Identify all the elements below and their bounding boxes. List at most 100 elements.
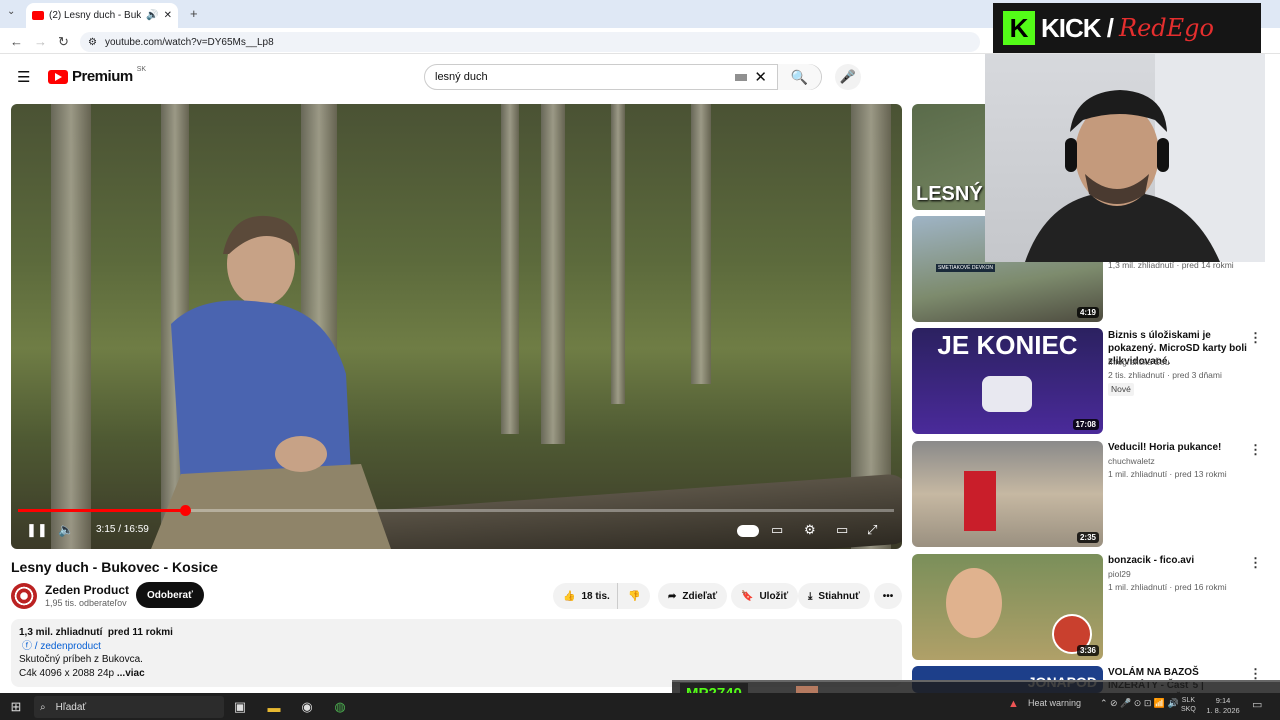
youtube-logo[interactable]: Premium SK bbox=[48, 66, 147, 85]
thumbs-up-icon: 👍 bbox=[563, 590, 576, 602]
tray-icons[interactable]: ⌃ ⊘ 🎤 ⊙ ⊡ 📶 🔊 bbox=[1100, 698, 1179, 709]
taskbar-search[interactable]: ⌕ Hľadať bbox=[34, 696, 224, 718]
youtube-play-icon bbox=[48, 69, 68, 84]
autoplay-toggle[interactable] bbox=[737, 525, 759, 537]
subscriber-count: 1,95 tis. odberateľov bbox=[45, 598, 127, 608]
more-dots-icon: ••• bbox=[882, 590, 894, 602]
more-options-icon[interactable]: ⋮ bbox=[1249, 555, 1262, 571]
download-button[interactable]: ⤓ Stiahnuť bbox=[798, 583, 870, 609]
heat-warning[interactable]: Heat warning bbox=[1028, 698, 1081, 708]
language-indicator[interactable]: SLK SKQ bbox=[1181, 696, 1196, 714]
related-meta: 2 tis. zhliadnutí · pred 3 dňami bbox=[1108, 370, 1222, 380]
thumbnail-text: JE KONIEC bbox=[937, 330, 1078, 360]
related-thumbnail[interactable]: 3:36 bbox=[912, 554, 1103, 660]
new-badge: Nové bbox=[1108, 383, 1134, 396]
related-meta: 1 mil. zhliadnutí · pred 16 rokmi bbox=[1108, 582, 1227, 592]
file-explorer-icon[interactable]: ▬ bbox=[264, 697, 284, 717]
more-link[interactable]: ...viac bbox=[117, 668, 145, 679]
browser-tab[interactable]: (2) Lesny duch - Bukovec - K 🔊 ✕ bbox=[26, 3, 178, 28]
mic-icon: 🎤 bbox=[839, 69, 857, 84]
description-line-1: Skutočný príbeh z Bukovca. bbox=[19, 654, 143, 665]
subscribe-button[interactable]: Odoberať bbox=[136, 582, 204, 608]
related-title[interactable]: bonzacik - fico.avi bbox=[1108, 554, 1248, 567]
chrome-icon[interactable]: ◍ bbox=[330, 697, 350, 717]
windows-start-icon[interactable]: ⊞ bbox=[6, 697, 26, 717]
share-icon: ➦ bbox=[668, 590, 677, 602]
like-count: 18 tis. bbox=[581, 590, 610, 602]
logo-text: Premium bbox=[72, 68, 133, 85]
warning-icon[interactable]: ▲ bbox=[1008, 698, 1019, 710]
url-text: youtube.com/watch?v=DY65Ms__Lp8 bbox=[104, 36, 274, 48]
subtitles-icon[interactable]: ▭ bbox=[771, 522, 783, 538]
search-box[interactable]: lesný duch ✕ 🔍 bbox=[424, 64, 822, 90]
progress-fill bbox=[18, 509, 185, 512]
clock[interactable]: 9:14 1. 8. 2026 bbox=[1206, 696, 1240, 716]
related-thumbnail[interactable]: 2:35 bbox=[912, 441, 1103, 547]
facebook-icon: ⓕ bbox=[22, 640, 32, 652]
notifications-icon[interactable]: ▭ bbox=[1252, 698, 1262, 711]
settings-gear-icon[interactable]: ⚙ bbox=[804, 522, 816, 538]
thumbs-down-icon: 👎 bbox=[628, 590, 641, 602]
like-button[interactable]: 👍 18 tis. bbox=[553, 583, 620, 609]
related-thumbnail[interactable]: JE KONIEC 17:08 bbox=[912, 328, 1103, 434]
share-label: Zdieľať bbox=[682, 590, 718, 602]
related-title[interactable]: Veducil! Horia pukance! bbox=[1108, 441, 1248, 454]
dislike-button[interactable]: 👎 bbox=[617, 583, 651, 609]
description-box[interactable]: 1,3 mil. zhliadnutí pred 11 rokmi ⓕ / ze… bbox=[11, 619, 902, 687]
region-code: SK bbox=[136, 66, 147, 73]
url-field[interactable]: ⚙ youtube.com/watch?v=DY65Ms__Lp8 bbox=[80, 32, 980, 52]
kick-logo-icon: K bbox=[1003, 11, 1035, 45]
fullscreen-icon[interactable]: ⤢ bbox=[867, 522, 877, 538]
audio-icon[interactable]: 🔊 bbox=[146, 10, 158, 21]
video-duration: 2:35 bbox=[1076, 532, 1099, 543]
video-player[interactable] bbox=[11, 104, 902, 549]
theater-mode-icon[interactable]: ▭ bbox=[836, 522, 848, 538]
taskbar-search-label: Hľadať bbox=[55, 701, 87, 713]
lang-line-1: SLK bbox=[1181, 697, 1196, 704]
upload-age: pred 11 rokmi bbox=[107, 627, 173, 638]
bookmark-icon: 🔖 bbox=[741, 590, 754, 602]
webcam-overlay bbox=[985, 54, 1265, 262]
related-channel[interactable]: Infografická Šou bbox=[1108, 356, 1169, 369]
clock-time: 9:14 bbox=[1215, 696, 1231, 705]
video-duration: 4:19 bbox=[1076, 307, 1099, 318]
more-actions-button[interactable]: ••• bbox=[874, 583, 902, 609]
view-count: 1,3 mil. zhliadnutí bbox=[19, 627, 103, 638]
channel-name[interactable]: Zeden Product bbox=[45, 583, 129, 597]
site-info-icon[interactable]: ⚙ bbox=[88, 37, 97, 48]
volume-icon[interactable]: 🔈 bbox=[58, 522, 74, 538]
more-options-icon[interactable]: ⋮ bbox=[1249, 442, 1262, 458]
task-view-icon[interactable]: ▣ bbox=[230, 697, 250, 717]
tab-close-icon[interactable]: ✕ bbox=[164, 10, 172, 21]
progress-scrubber[interactable] bbox=[180, 505, 191, 516]
more-options-icon[interactable]: ⋮ bbox=[1249, 330, 1262, 346]
search-button[interactable]: 🔍 bbox=[777, 64, 821, 90]
channel-avatar[interactable] bbox=[11, 583, 37, 609]
related-channel[interactable]: chuchwaletz bbox=[1108, 455, 1155, 468]
save-button[interactable]: 🔖 Uložiť bbox=[731, 583, 799, 609]
forward-icon[interactable]: → bbox=[34, 34, 47, 49]
obs-icon[interactable]: ◉ bbox=[297, 697, 317, 717]
pause-icon[interactable]: ❚❚ bbox=[26, 522, 48, 538]
social-link[interactable]: / zedenproduct bbox=[35, 641, 101, 652]
video-title: Lesny duch - Bukovec - Kosice bbox=[11, 559, 218, 575]
related-meta: 1 mil. zhliadnutí · pred 13 rokmi bbox=[1108, 469, 1227, 479]
menu-icon[interactable]: ☰ bbox=[17, 68, 30, 86]
search-icon: ⌕ bbox=[40, 701, 46, 713]
back-icon[interactable]: ← bbox=[10, 34, 23, 49]
reload-icon[interactable]: ↻ bbox=[58, 34, 69, 50]
tab-list-icon[interactable]: ⌄ bbox=[7, 6, 15, 17]
clock-date: 1. 8. 2026 bbox=[1206, 706, 1240, 715]
share-button[interactable]: ➦ Zdieľať bbox=[658, 583, 728, 609]
save-label: Uložiť bbox=[759, 590, 789, 602]
new-tab-icon[interactable]: + bbox=[190, 6, 198, 21]
related-channel[interactable]: piol29 bbox=[1108, 568, 1131, 581]
voice-search-button[interactable]: 🎤 bbox=[835, 64, 861, 90]
video-duration: 17:08 bbox=[1072, 419, 1099, 430]
description-line-2: C4k 4096 x 2088 24p bbox=[19, 667, 115, 679]
clear-search-icon[interactable]: ✕ bbox=[754, 68, 767, 86]
search-input[interactable]: lesný duch bbox=[425, 71, 735, 83]
download-label: Stiahnuť bbox=[818, 590, 860, 602]
kick-banner: K KICK / RedEgo bbox=[993, 3, 1261, 53]
keyboard-icon[interactable] bbox=[735, 73, 748, 81]
